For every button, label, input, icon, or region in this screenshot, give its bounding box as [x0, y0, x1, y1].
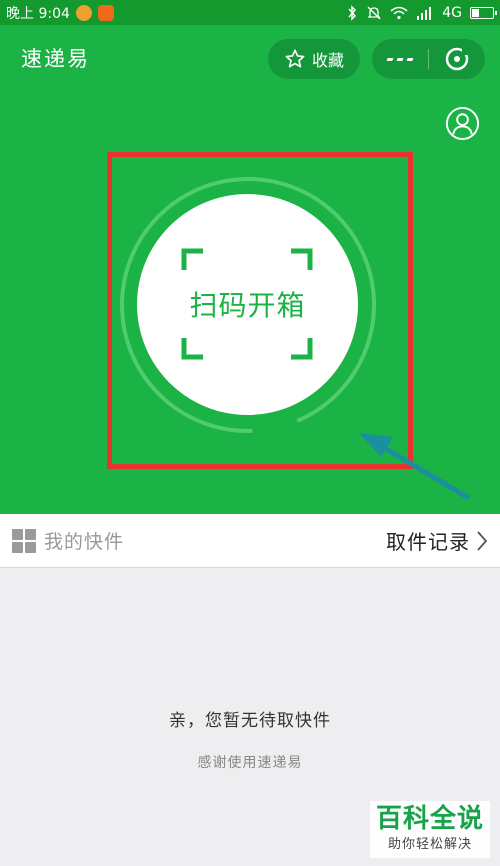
page-title: 速递易	[21, 47, 90, 71]
pointer-arrow-icon	[359, 433, 470, 500]
star-icon	[285, 49, 305, 68]
pickup-records-link[interactable]: 取件记录	[386, 526, 488, 555]
network-type: 4G	[442, 4, 462, 21]
favorite-button[interactable]: 收藏	[268, 39, 360, 79]
empty-state-subtitle: 感谢使用速递易	[197, 755, 303, 771]
chevron-right-icon	[477, 530, 488, 551]
signal-icon	[417, 6, 432, 20]
status-bar: 晚上 9:04 4G	[0, 0, 500, 25]
my-packages-label: 我的快件	[44, 531, 125, 553]
status-time: 晚上 9:04	[6, 5, 70, 22]
mute-icon	[367, 6, 381, 19]
mini-program-capsule	[372, 39, 485, 79]
more-icon[interactable]	[372, 39, 428, 79]
app-notify-icon	[97, 4, 114, 21]
battery-icon	[470, 6, 497, 19]
favorite-label: 收藏	[311, 51, 344, 70]
my-packages-bar[interactable]: 我的快件 取件记录	[0, 514, 500, 568]
user-profile-icon[interactable]	[445, 106, 480, 141]
pickup-records-label: 取件记录	[386, 530, 470, 554]
watermark-logo: 百科全说 助你轻松解决	[370, 801, 490, 858]
scan-label: 扫码开箱	[189, 289, 306, 322]
bluetooth-icon	[348, 4, 357, 21]
empty-state-title: 亲，您暂无待取快件	[169, 711, 331, 731]
wifi-icon	[390, 6, 408, 19]
watermark-main: 百科全说	[375, 804, 484, 834]
watermark-sub: 助你轻松解决	[387, 837, 472, 852]
chat-bubble-icon	[75, 4, 92, 21]
grid-icon	[12, 528, 36, 553]
close-target-icon[interactable]	[429, 39, 485, 79]
